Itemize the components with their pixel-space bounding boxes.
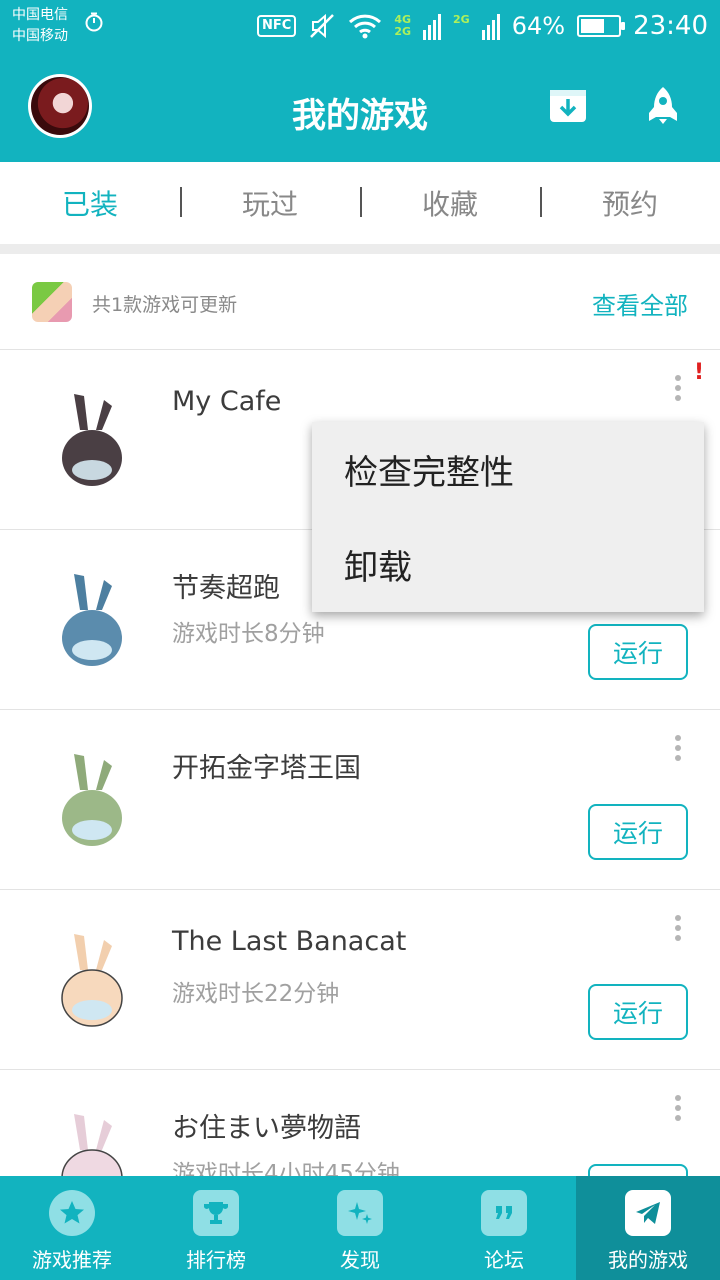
run-button[interactable]: 运行 bbox=[588, 624, 688, 680]
nav-item-rankings[interactable]: 排行榜 bbox=[144, 1176, 288, 1280]
nav-label: 我的游戏 bbox=[608, 1248, 688, 1272]
game-icon-rabbit bbox=[62, 394, 122, 486]
network-type-2: 2G bbox=[453, 14, 470, 38]
app-bar: 我的游戏 bbox=[0, 52, 720, 162]
game-icon-rabbit bbox=[62, 754, 122, 846]
mute-icon bbox=[310, 13, 335, 39]
game-title: My Cafe bbox=[172, 386, 282, 417]
game-title: The Last Banacat bbox=[172, 926, 407, 957]
play-time: 游戏时长8分钟 bbox=[172, 621, 325, 647]
sparkle-icon bbox=[337, 1190, 383, 1236]
quote-icon bbox=[481, 1190, 527, 1236]
tab-reservations[interactable]: 预约 bbox=[540, 162, 720, 244]
game-row[interactable]: The Last Banacat 游戏时长22分钟 运行 bbox=[0, 890, 720, 1070]
run-button[interactable]: 运行 bbox=[588, 984, 688, 1040]
context-menu: 检查完整性 卸载 bbox=[312, 422, 704, 612]
more-options-button[interactable] bbox=[666, 910, 690, 946]
nav-label: 游戏推荐 bbox=[32, 1248, 112, 1272]
game-title: 开拓金字塔王国 bbox=[172, 753, 361, 784]
more-options-button[interactable] bbox=[666, 730, 690, 766]
status-bar: 中国电信 中国移动 NFC 4G 2G 2G 64% 23:40 bbox=[0, 0, 720, 52]
rocket-icon[interactable] bbox=[644, 86, 682, 124]
game-title: お住まい夢物語 bbox=[172, 1113, 361, 1144]
battery-icon bbox=[577, 15, 626, 37]
more-options-button[interactable] bbox=[666, 370, 690, 406]
divider bbox=[0, 244, 720, 254]
alert-badge: ! bbox=[693, 360, 704, 385]
carrier-1: 中国电信 bbox=[12, 7, 68, 23]
signal-icon-2 bbox=[481, 14, 500, 40]
clock: 23:40 bbox=[633, 11, 708, 41]
more-options-button[interactable] bbox=[666, 1090, 690, 1126]
game-icon-rabbit bbox=[62, 574, 122, 666]
nav-item-recommended[interactable]: 游戏推荐 bbox=[0, 1176, 144, 1280]
tab-installed[interactable]: 已装 bbox=[0, 162, 180, 244]
run-button[interactable]: 运行 bbox=[588, 804, 688, 860]
network-type-1: 4G 2G bbox=[394, 14, 411, 38]
game-title: 节奏超跑 bbox=[172, 573, 280, 604]
paper-plane-icon bbox=[625, 1190, 671, 1236]
nav-item-my-games[interactable]: 我的游戏 bbox=[576, 1176, 720, 1280]
view-all-link[interactable]: 查看全部 bbox=[592, 286, 688, 321]
timer-icon bbox=[85, 12, 103, 32]
page-title: 我的游戏 bbox=[292, 96, 428, 136]
network-2g-label: 2G bbox=[394, 25, 412, 38]
status-icons: NFC 4G 2G 2G 64% 23:40 bbox=[257, 6, 708, 46]
tab-favorites[interactable]: 收藏 bbox=[360, 162, 540, 244]
update-banner[interactable]: 共1款游戏可更新 查看全部 bbox=[0, 254, 720, 350]
carrier-info: 中国电信 中国移动 bbox=[12, 5, 68, 47]
menu-item-verify-integrity[interactable]: 检查完整性 bbox=[312, 422, 704, 517]
star-icon bbox=[49, 1190, 95, 1236]
nav-label: 排行榜 bbox=[186, 1248, 246, 1272]
game-row[interactable]: 开拓金字塔王国 运行 bbox=[0, 710, 720, 890]
wifi-icon bbox=[349, 14, 382, 39]
trophy-icon bbox=[193, 1190, 239, 1236]
download-icon[interactable] bbox=[549, 86, 587, 124]
game-icon-rabbit bbox=[61, 934, 123, 1027]
nav-item-forum[interactable]: 论坛 bbox=[432, 1176, 576, 1280]
menu-item-uninstall[interactable]: 卸载 bbox=[312, 517, 704, 612]
signal-icon-1 bbox=[423, 14, 442, 40]
battery-fill bbox=[581, 19, 605, 33]
tab-played[interactable]: 玩过 bbox=[180, 162, 360, 244]
play-time: 游戏时长22分钟 bbox=[172, 981, 340, 1007]
carrier-2: 中国移动 bbox=[12, 28, 68, 44]
update-count-text: 共1款游戏可更新 bbox=[92, 294, 238, 316]
battery-percent: 64% bbox=[511, 12, 566, 40]
bottom-nav: 游戏推荐 排行榜 发现 论坛 我的游戏 bbox=[0, 1176, 720, 1280]
nav-label: 发现 bbox=[340, 1248, 380, 1272]
nfc-icon: NFC bbox=[257, 15, 297, 37]
nav-item-discover[interactable]: 发现 bbox=[288, 1176, 432, 1280]
update-game-thumbnail bbox=[32, 282, 72, 322]
tab-bar: 已装 玩过 收藏 预约 bbox=[0, 162, 720, 244]
nav-label: 论坛 bbox=[484, 1248, 524, 1272]
